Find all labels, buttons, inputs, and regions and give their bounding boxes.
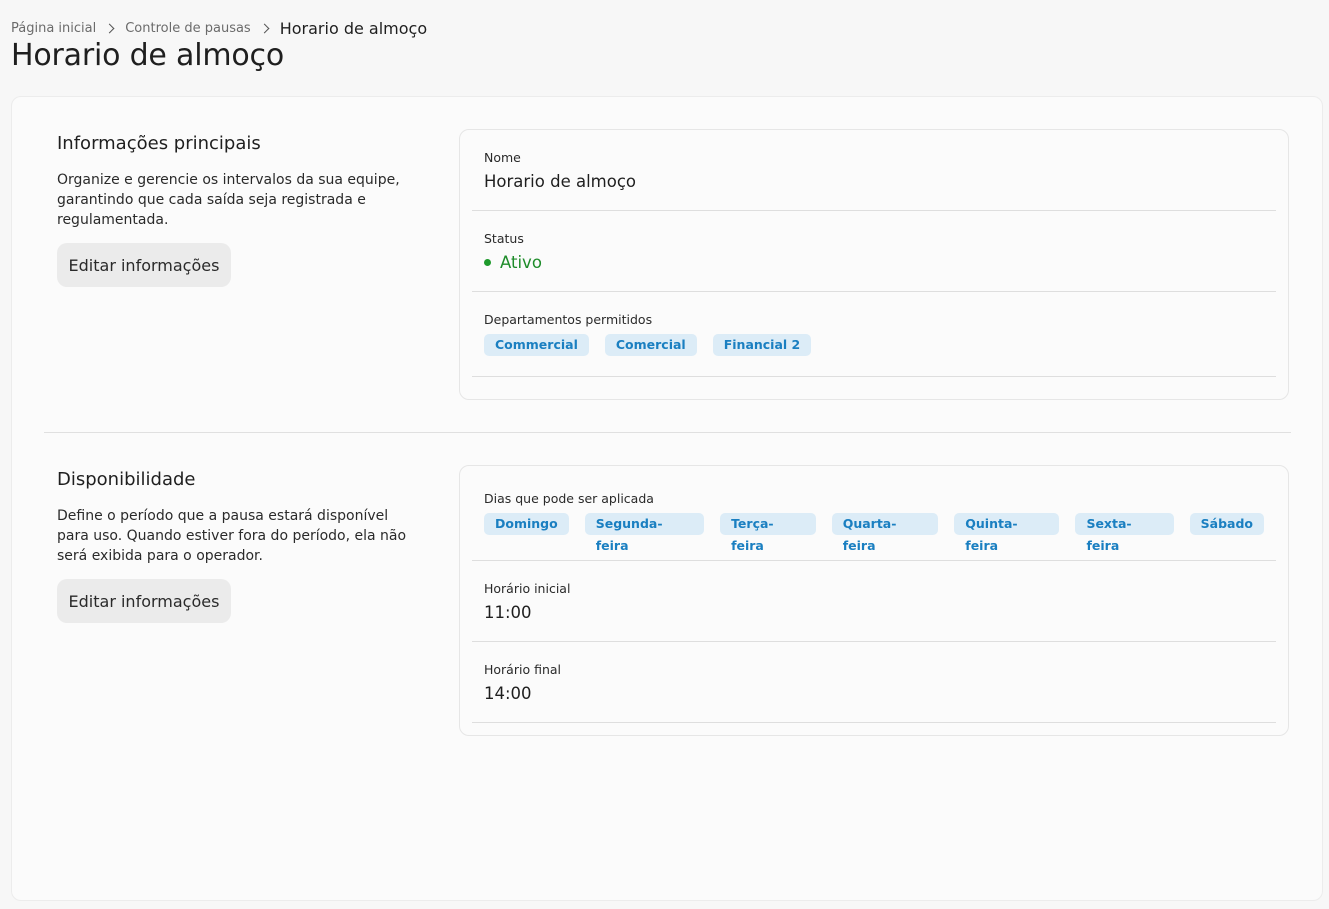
page-title: Horario de almoço (11, 38, 284, 73)
breadcrumb-current: Horario de almoço (279, 18, 428, 38)
departments-chips: Commercial Comercial Financial 2 (484, 334, 1264, 356)
chevron-right-icon (259, 23, 270, 33)
chevron-right-icon (104, 23, 115, 33)
day-chip: Segunda-feira (584, 513, 705, 553)
status-badge: Ativo (484, 253, 1264, 272)
availability-intro: Disponibilidade Define o período que a p… (57, 469, 417, 623)
department-chip: Financial 2 (712, 334, 812, 356)
day-chip: Sábado (1189, 513, 1264, 535)
day-chip: Sexta-feira (1075, 513, 1174, 553)
days-label: Dias que pode ser aplicada (484, 491, 654, 506)
name-value: Horario de almoço (484, 171, 637, 191)
department-chip: Comercial (604, 334, 697, 356)
departments-label: Departamentos permitidos (484, 312, 653, 327)
edit-availability-button[interactable]: Editar informações (57, 579, 231, 623)
details-card: Informações principais Organize e gerenc… (11, 96, 1323, 901)
departments-field: Departamentos permitidos Commercial Come… (472, 292, 1276, 377)
main-info-heading: Informações principais (57, 133, 261, 154)
day-chip: Domingo (484, 513, 569, 535)
main-info-panel: Nome Horario de almoço Status Ativo Depa… (459, 129, 1289, 400)
end-time-label: Horário final (484, 661, 562, 677)
name-field: Nome Horario de almoço (472, 130, 1276, 211)
availability-description: Define o período que a pausa estará disp… (57, 508, 407, 564)
days-field: Dias que pode ser aplicada Domingo Segun… (472, 466, 1276, 561)
end-time-value: 14:00 (484, 683, 532, 703)
start-time-field: Horário inicial 11:00 (472, 561, 1276, 642)
main-info-intro: Informações principais Organize e gerenc… (57, 133, 417, 287)
edit-main-info-button[interactable]: Editar informações (57, 243, 231, 287)
start-time-value: 11:00 (484, 602, 532, 622)
availability-panel: Dias que pode ser aplicada Domingo Segun… (459, 465, 1289, 736)
start-time-label: Horário inicial (484, 580, 571, 596)
breadcrumb: Página inicial Controle de pausas Horari… (11, 18, 427, 38)
day-chip: Quinta-feira (954, 513, 1060, 553)
days-chips: Domingo Segunda-feira Terça-feira Quarta… (484, 513, 1264, 553)
status-value: Ativo (500, 252, 542, 272)
department-chip: Commercial (484, 334, 589, 356)
status-dot-icon (484, 258, 491, 266)
page: Página inicial Controle de pausas Horari… (0, 0, 1329, 909)
breadcrumb-parent[interactable]: Controle de pausas (125, 21, 250, 36)
section-divider (44, 432, 1291, 433)
name-label: Nome (484, 149, 521, 165)
status-field: Status Ativo (472, 211, 1276, 292)
breadcrumb-home[interactable]: Página inicial (11, 21, 96, 36)
status-label: Status (484, 230, 524, 246)
day-chip: Terça-feira (720, 513, 816, 553)
end-time-field: Horário final 14:00 (472, 642, 1276, 723)
main-info-description: Organize e gerencie os intervalos da sua… (57, 172, 400, 228)
availability-heading: Disponibilidade (57, 469, 196, 490)
day-chip: Quarta-feira (831, 513, 939, 553)
